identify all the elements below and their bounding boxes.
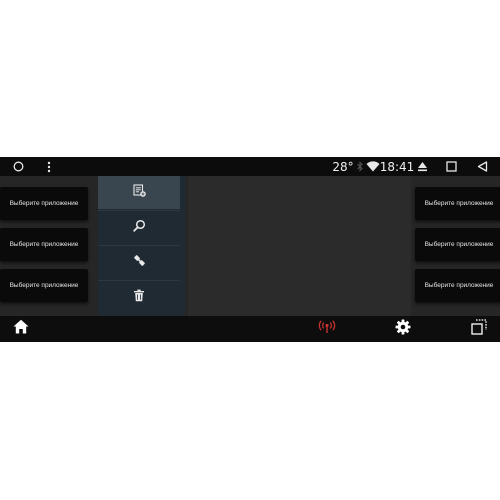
back-triangle-icon[interactable] (474, 157, 490, 176)
head-unit-screen: 28° 18:41 Выберите приложение Выберите п… (0, 157, 500, 342)
tool-button[interactable] (98, 246, 180, 279)
app-slot-label: Выберите приложение (9, 241, 79, 248)
trash-icon (133, 289, 145, 307)
bottom-bar (0, 316, 500, 342)
circle-icon[interactable] (10, 157, 26, 176)
eject-icon[interactable] (415, 157, 429, 176)
bluetooth-icon (355, 157, 364, 176)
left-app-slot-2[interactable]: Выберите приложение (0, 228, 88, 261)
right-app-slot-2[interactable]: Выберите приложение (415, 228, 500, 261)
home-button[interactable] (10, 316, 32, 342)
more-vert-icon[interactable] (43, 157, 55, 176)
status-bar: 28° 18:41 (0, 157, 500, 176)
app-slot-label: Выберите приложение (424, 200, 494, 207)
app-slot-label: Выберите приложение (424, 282, 494, 289)
multi-window-icon (471, 318, 487, 340)
add-list-icon (132, 183, 146, 202)
home-icon (13, 319, 29, 339)
broadcast-button[interactable] (315, 316, 339, 342)
right-app-slot-1[interactable]: Выберите приложение (415, 187, 500, 220)
broadcast-icon (318, 319, 336, 339)
app-slot-label: Выберите приложение (9, 282, 79, 289)
add-list-button[interactable] (98, 176, 180, 209)
app-slot-label: Выберите приложение (9, 200, 79, 207)
right-app-slot-3[interactable]: Выберите приложение (415, 269, 500, 302)
left-app-slot-3[interactable]: Выберите приложение (0, 269, 88, 302)
app-slot-label: Выберите приложение (424, 241, 494, 248)
delete-button[interactable] (98, 281, 180, 314)
left-app-slot-1[interactable]: Выберите приложение (0, 187, 88, 220)
gear-icon (395, 319, 411, 340)
square-icon[interactable] (443, 157, 459, 176)
app-workspace (188, 176, 411, 316)
multi-window-button[interactable] (468, 316, 490, 342)
search-icon (132, 219, 146, 237)
main-content: Выберите приложение Выберите приложение … (0, 176, 500, 316)
wifi-icon (365, 157, 381, 176)
clock: 18:41 (379, 159, 415, 174)
tool-icon (133, 254, 146, 272)
settings-button[interactable] (392, 316, 414, 342)
temperature: 28° (332, 159, 354, 174)
search-button[interactable] (98, 211, 180, 244)
side-menu-panel (98, 176, 185, 316)
